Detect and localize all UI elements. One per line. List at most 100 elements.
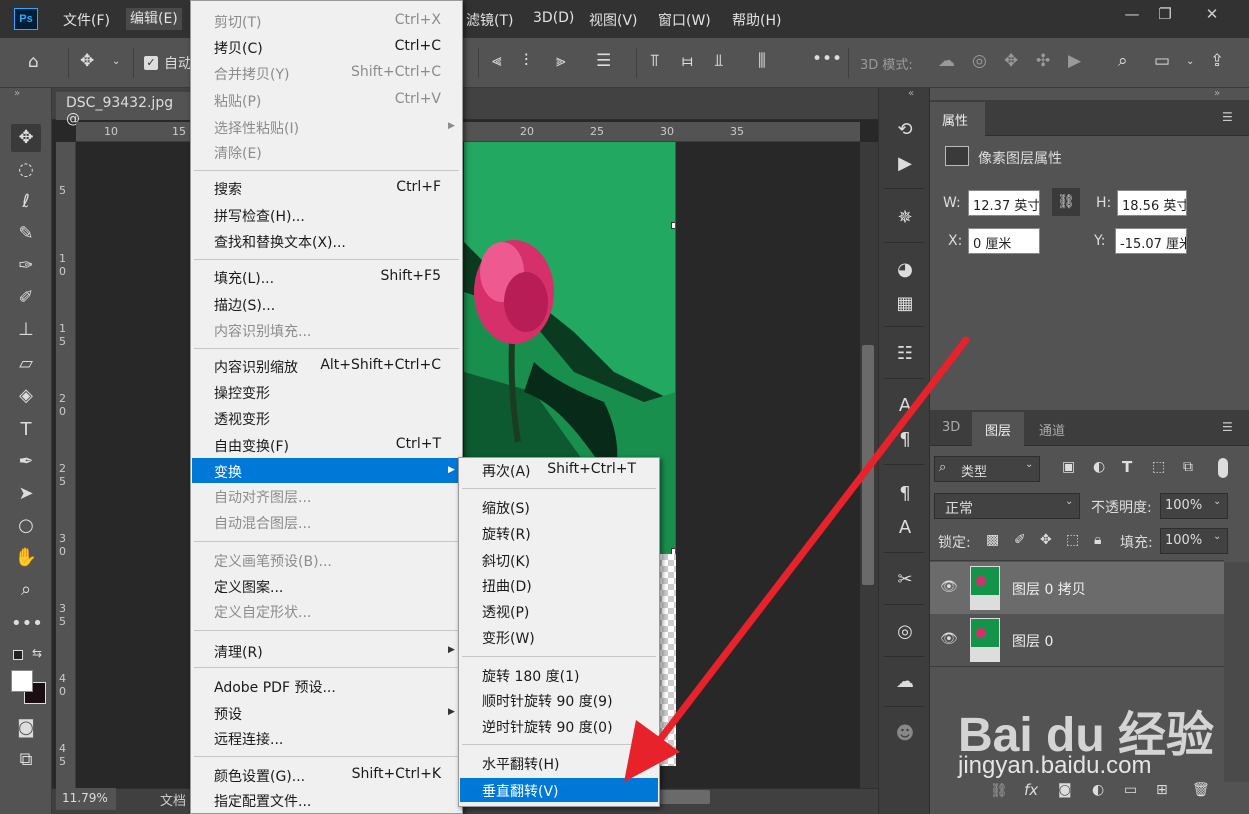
y-input[interactable]: -15.07 厘米 xyxy=(1115,228,1187,254)
submenu-item-rotate-180[interactable]: 旋转 180 度(1) xyxy=(482,666,579,686)
menu-filter[interactable]: 滤镜(T) xyxy=(466,10,513,30)
link-layers-icon[interactable]: ⛓ xyxy=(990,783,1008,799)
lock-position-icon[interactable]: ✥ xyxy=(1040,532,1052,548)
submenu-item-again[interactable]: 再次(A) xyxy=(482,461,531,481)
history-icon[interactable]: ⟲ xyxy=(890,116,920,144)
type-tool-icon[interactable]: T xyxy=(11,416,41,444)
paint-bucket-icon[interactable]: ◈ xyxy=(11,382,41,410)
collapse-icon[interactable]: » xyxy=(14,88,20,99)
search-icon[interactable]: ⌕ xyxy=(1118,51,1128,71)
quick-mask-icon[interactable]: ◙ xyxy=(11,714,41,742)
menu-item-cut[interactable]: 剪切(T) xyxy=(214,12,261,32)
orbit-icon[interactable]: ☁ xyxy=(938,51,955,71)
eyedropper-icon[interactable]: ✑ xyxy=(11,252,41,280)
align-left-icon[interactable]: ⫷ xyxy=(492,51,502,71)
group-icon[interactable]: ▭ xyxy=(1124,782,1137,798)
panel-menu-icon[interactable]: ☰ xyxy=(1222,110,1233,124)
menu-item-purge[interactable]: 清理(R) xyxy=(214,642,263,662)
distribute-vertical-icon[interactable]: ⫼ xyxy=(758,51,766,71)
brush-tool-icon[interactable]: ✐ xyxy=(11,284,41,312)
foreground-color-swatch[interactable] xyxy=(11,670,33,692)
screen-mode-icon[interactable]: ⧉ xyxy=(11,746,41,774)
marquee-tool-icon[interactable]: ◌ xyxy=(11,156,41,184)
width-input[interactable]: 12.37 英寸 xyxy=(968,190,1040,216)
align-right-icon[interactable]: ⫸ xyxy=(556,51,566,71)
menu-item-fill[interactable]: 填充(L)... xyxy=(214,268,274,288)
submenu-item-flip-horizontal[interactable]: 水平翻转(H) xyxy=(482,754,559,774)
menu-item-define-pattern[interactable]: 定义图案... xyxy=(214,577,283,597)
move-tool-icon[interactable]: ✥ xyxy=(80,51,94,71)
path-select-icon[interactable]: ➤ xyxy=(11,480,41,508)
workspace-icon[interactable]: ▭ xyxy=(1154,51,1170,71)
lock-paint-icon[interactable]: ✐ xyxy=(1014,532,1026,548)
menu-item-clear[interactable]: 清除(E) xyxy=(214,143,262,163)
submenu-item-scale[interactable]: 缩放(S) xyxy=(482,498,530,518)
document-tab[interactable]: DSC_93432.jpg @ xyxy=(56,92,196,127)
swap-colors-icon[interactable]: ⇆ xyxy=(32,646,42,660)
menu-file[interactable]: 文件(F) xyxy=(63,10,110,30)
menu-item-define-shape[interactable]: 定义自定形状... xyxy=(214,602,311,622)
pen-tool-icon[interactable]: ✒ xyxy=(11,448,41,476)
menu-item-content-aware-fill[interactable]: 内容识别填充... xyxy=(214,321,311,341)
zoom-level[interactable]: 11.79% xyxy=(56,788,116,810)
menu-3d[interactable]: 3D(D) xyxy=(533,10,574,26)
filter-pixel-icon[interactable]: ▣ xyxy=(1062,459,1075,475)
menu-item-assign-profile[interactable]: 指定配置文件... xyxy=(214,791,311,811)
layer-name[interactable]: 图层 0 拷贝 xyxy=(1012,579,1086,599)
align-middle-icon[interactable]: ⧦ xyxy=(682,51,693,71)
menu-item-free-transform[interactable]: 自由变换(F) xyxy=(214,436,289,456)
menu-item-find-replace[interactable]: 查找和替换文本(X)... xyxy=(214,232,346,252)
roll-icon[interactable]: ◎ xyxy=(972,51,987,71)
menu-item-perspective-warp[interactable]: 透视变形 xyxy=(214,409,270,429)
lock-artboard-icon[interactable]: ⬚ xyxy=(1066,532,1079,548)
x-input[interactable]: 0 厘米 xyxy=(968,228,1040,254)
layers-scrollbar[interactable] xyxy=(1224,562,1249,782)
add-mask-icon[interactable]: ◙ xyxy=(1058,782,1072,798)
submenu-item-warp[interactable]: 变形(W) xyxy=(482,628,535,648)
menu-view[interactable]: 视图(V) xyxy=(589,10,638,30)
menu-item-presets[interactable]: 预设 xyxy=(214,704,242,724)
menu-item-puppet-warp[interactable]: 操控变形 xyxy=(214,383,270,403)
restore-icon[interactable]: ❐ xyxy=(1148,2,1182,26)
more-icon[interactable]: ••• xyxy=(812,49,842,69)
filter-shape-icon[interactable]: ⬚ xyxy=(1152,459,1165,475)
home-icon[interactable]: ⌂ xyxy=(28,52,39,72)
menu-window[interactable]: 窗口(W) xyxy=(658,10,711,30)
slide-icon[interactable]: ✣ xyxy=(1036,51,1050,71)
menu-item-copy-merged[interactable]: 合并拷贝(Y) xyxy=(214,64,289,84)
hand-tool-icon[interactable]: ✋ xyxy=(11,544,41,572)
pan-icon[interactable]: ✥ xyxy=(1004,51,1018,71)
camera-icon[interactable]: ▶ xyxy=(1068,51,1081,71)
layer-name[interactable]: 图层 0 xyxy=(1012,631,1053,651)
submenu-item-rotate[interactable]: 旋转(R) xyxy=(482,524,531,544)
lasso-tool-icon[interactable]: ℓ xyxy=(11,188,41,216)
menu-item-transform[interactable]: 变换 xyxy=(214,462,242,482)
submenu-item-perspective[interactable]: 透视(P) xyxy=(482,602,529,622)
align-center-icon[interactable]: ⫶ xyxy=(524,51,528,71)
transform-handle[interactable] xyxy=(671,222,675,229)
menu-item-stroke[interactable]: 描边(S)... xyxy=(214,295,275,315)
lock-all-icon[interactable]: 🔒︎ xyxy=(1094,532,1101,548)
eraser-tool-icon[interactable]: ▱ xyxy=(11,350,41,378)
auto-select-checkbox[interactable]: ✓ xyxy=(144,56,158,70)
collapse-icon[interactable]: « xyxy=(908,88,914,99)
wheel-icon[interactable]: ✵ xyxy=(890,204,920,232)
trash-icon[interactable]: 🗑︎ xyxy=(1192,782,1210,798)
new-layer-icon[interactable]: ⊞ xyxy=(1156,782,1168,798)
menu-item-define-brush[interactable]: 定义画笔预设(B)... xyxy=(214,551,332,571)
menu-item-color-settings[interactable]: 颜色设置(G)... xyxy=(214,766,305,786)
document-info[interactable]: 文档 xyxy=(160,790,186,809)
submenu-item-skew[interactable]: 斜切(K) xyxy=(482,551,530,571)
menu-item-search[interactable]: 搜索 xyxy=(214,179,242,199)
more-tools-icon[interactable]: ••• xyxy=(11,610,43,638)
menu-item-paste-special[interactable]: 选择性粘贴(I) xyxy=(214,118,299,138)
move-tool-icon[interactable]: ✥ xyxy=(11,124,41,152)
height-input[interactable]: 18.56 英寸 xyxy=(1117,190,1187,216)
filter-smart-object-icon[interactable]: ⧉ xyxy=(1183,459,1193,475)
opacity-input[interactable]: 100% ⌄ xyxy=(1160,493,1228,519)
stamp-tool-icon[interactable]: ⊥ xyxy=(11,316,41,344)
menu-item-copy[interactable]: 拷贝(C) xyxy=(214,38,263,58)
chevron-down-icon[interactable]: ⌄ xyxy=(112,56,120,67)
swatches-icon[interactable]: ◕ xyxy=(890,256,920,284)
submenu-item-distort[interactable]: 扭曲(D) xyxy=(482,576,532,596)
